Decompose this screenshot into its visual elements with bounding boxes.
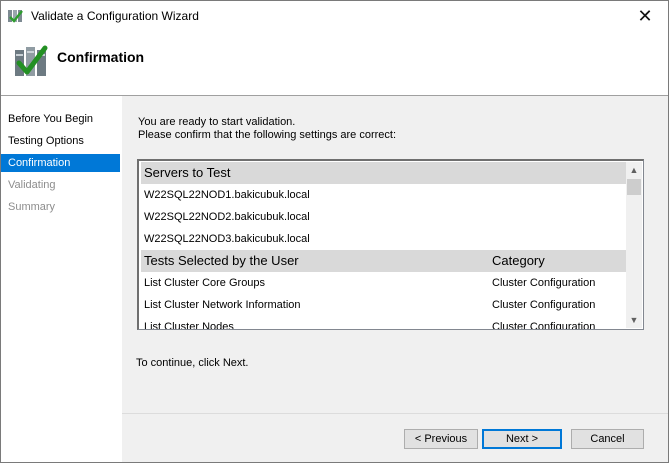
nav-step-testing-options[interactable]: Testing Options [1, 132, 120, 150]
settings-list: Servers to Test W22SQL22NOD1.bakicubuk.l… [141, 162, 628, 330]
wizard-content: You are ready to start validation. Pleas… [122, 96, 668, 462]
category-header-label: Category [492, 253, 545, 268]
window-title: Validate a Configuration Wizard [31, 9, 199, 23]
settings-listbox[interactable]: Servers to Test W22SQL22NOD1.bakicubuk.l… [137, 159, 644, 330]
button-bar-divider [122, 413, 668, 414]
server-row[interactable]: W22SQL22NOD2.bakicubuk.local [141, 206, 628, 228]
tests-group-header: Tests Selected by the User Category [141, 250, 628, 272]
test-name: List Cluster Core Groups [144, 277, 266, 289]
cluster-validate-icon [8, 10, 23, 23]
test-category: Cluster Configuration [492, 277, 596, 289]
intro-text: You are ready to start validation. [138, 116, 296, 128]
wizard-window: Validate a Configuration Wizard ✕ Confir… [0, 0, 669, 463]
test-category: Cluster Configuration [492, 321, 596, 330]
nav-step-summary: Summary [8, 201, 56, 213]
continue-instruction: To continue, click Next. [136, 357, 249, 369]
cancel-button[interactable]: Cancel [571, 429, 644, 449]
scroll-up-button[interactable]: ▲ [626, 162, 642, 178]
nav-step-before-you-begin[interactable]: Before You Begin [1, 110, 120, 128]
server-name: W22SQL22NOD1.bakicubuk.local [144, 189, 310, 201]
next-button[interactable]: Next > [482, 429, 562, 449]
page-title: Confirmation [57, 49, 145, 65]
scroll-down-button[interactable]: ▼ [626, 312, 642, 328]
test-row[interactable]: List Cluster Core Groups Cluster Configu… [141, 272, 628, 294]
servers-group-header: Servers to Test [141, 162, 628, 184]
chevron-down-icon: ▼ [629, 315, 639, 325]
vertical-scrollbar[interactable]: ▲ ▼ [626, 162, 642, 328]
scroll-thumb[interactable] [627, 179, 641, 195]
servers-header-label: Servers to Test [144, 165, 231, 180]
wizard-steps-nav: Before You Begin Testing Options Confirm… [1, 96, 122, 462]
test-category: Cluster Configuration [492, 299, 596, 311]
previous-button[interactable]: < Previous [404, 429, 478, 449]
server-row[interactable]: W22SQL22NOD1.bakicubuk.local [141, 184, 628, 206]
nav-step-validating: Validating [8, 179, 56, 191]
title-bar: Validate a Configuration Wizard ✕ [1, 1, 668, 32]
confirm-prompt: Please confirm that the following settin… [138, 129, 397, 141]
close-icon: ✕ [637, 6, 653, 26]
nav-step-confirmation[interactable]: Confirmation [1, 154, 120, 172]
server-row[interactable]: W22SQL22NOD3.bakicubuk.local [141, 228, 628, 250]
tests-header-label: Tests Selected by the User [144, 253, 299, 268]
test-name: List Cluster Network Information [144, 299, 301, 311]
server-name: W22SQL22NOD2.bakicubuk.local [144, 211, 310, 223]
cluster-validate-icon [15, 45, 48, 76]
server-name: W22SQL22NOD3.bakicubuk.local [144, 233, 310, 245]
test-row[interactable]: List Cluster Network Information Cluster… [141, 294, 628, 316]
test-row[interactable]: List Cluster Nodes Cluster Configuration [141, 316, 628, 330]
test-name: List Cluster Nodes [144, 321, 234, 330]
close-button[interactable]: ✕ [622, 1, 668, 32]
wizard-header: Confirmation [1, 32, 668, 95]
chevron-up-icon: ▲ [629, 165, 639, 175]
